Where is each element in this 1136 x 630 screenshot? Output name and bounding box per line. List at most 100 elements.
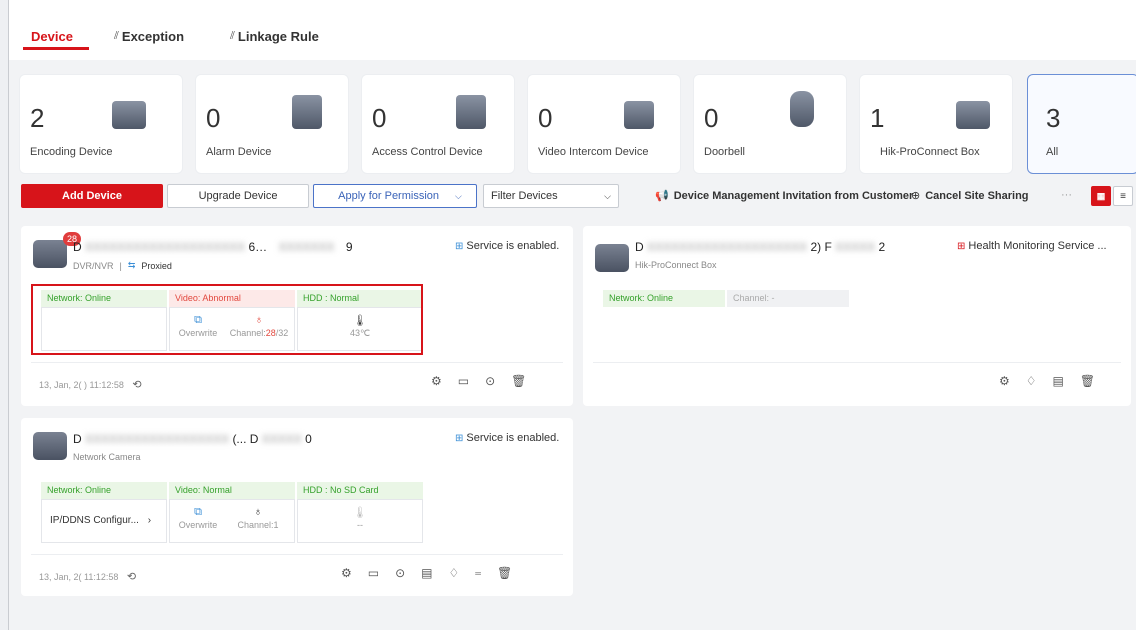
- ipddns-cell[interactable]: IP/DDNS Configur... ›: [41, 499, 167, 543]
- card-video-intercom[interactable]: 0 Video Intercom Device: [527, 74, 681, 174]
- card-all[interactable]: 3 All: [1027, 74, 1136, 174]
- card-count: 1: [870, 103, 885, 133]
- card-label: Doorbell: [704, 146, 745, 158]
- add-device-button[interactable]: Add Device: [21, 184, 163, 208]
- last-sync-time: 13, Jan, 2( 11:12:58 ⟲: [39, 571, 137, 583]
- divider: [31, 362, 563, 363]
- settings-icon[interactable]: ⚙: [431, 374, 442, 388]
- device-type: Network Camera: [73, 452, 141, 462]
- bell-icon[interactable]: ♢: [449, 566, 460, 580]
- report-icon[interactable]: ▤: [421, 566, 432, 580]
- alarm-device-icon: [292, 95, 322, 129]
- chevron-right-icon: ›: [147, 515, 152, 526]
- device-card-camera[interactable]: D XXXXXXXXXXXXXXXXXX (... D XXXXX 0 Netw…: [21, 418, 573, 596]
- card-access-control[interactable]: 0 Access Control Device: [361, 74, 515, 174]
- delete-icon[interactable]: 🗑: [497, 566, 512, 580]
- monitor-icon: ⊞: [455, 240, 464, 252]
- globe-share-icon: ⊕: [911, 190, 921, 202]
- cloud-box-icon: [595, 244, 629, 272]
- monitor-icon: ⊞: [455, 432, 464, 444]
- access-control-icon: [456, 95, 486, 129]
- card-label: All: [1046, 146, 1059, 158]
- card-count: 0: [372, 103, 387, 133]
- channel-item[interactable]: ♁ Channel:1: [228, 506, 288, 530]
- invitation-link[interactable]: 📢 Device Management Invitation from Cust…: [655, 189, 913, 203]
- divider: [593, 362, 1121, 363]
- thermometer-icon: 🌡: [353, 507, 367, 519]
- refresh-icon[interactable]: ⟲: [132, 379, 141, 391]
- filter-devices-select[interactable]: Filter Devices ⌵: [483, 184, 619, 208]
- proxy-status: Proxied: [141, 260, 172, 271]
- device-actions: ⚙ ▭ ⊙ ▤ ♢ ═ 🗑: [341, 566, 512, 580]
- report-icon[interactable]: ▤: [1053, 374, 1064, 388]
- device-card-proconnect-box[interactable]: D XXXXXXXXXXXXXXXXXXXX 2) F XXXXX 2 Hik-…: [583, 226, 1131, 406]
- device-name: D XXXXXXXXXXXXXXXXXXXX 2) F XXXXX 2: [635, 240, 886, 254]
- hdd-status: HDD : No SD Card: [297, 482, 423, 499]
- chart-icon: ⫽: [230, 30, 235, 42]
- refresh-icon[interactable]: ⟲: [127, 571, 136, 583]
- delete-icon[interactable]: 🗑: [1080, 374, 1095, 388]
- service-status[interactable]: ⊞ Service is enabled.: [455, 240, 559, 252]
- device-management-page: Device ⫽ Exception ⫽ Linkage Rule 2 Encodi…: [8, 0, 1136, 630]
- delete-icon[interactable]: 🗑: [511, 374, 526, 388]
- video-detail-cell: ⧉ Overwrite ♁ Channel:1: [169, 499, 295, 543]
- monitor-icon: ⊞: [957, 240, 966, 252]
- card-encoding-device[interactable]: 2 Encoding Device: [19, 74, 183, 174]
- apply-permission-button[interactable]: Apply for Permission ⌵: [313, 184, 477, 208]
- tab-exception[interactable]: ⫽ Exception: [114, 29, 184, 44]
- video-status: Video: Normal: [169, 482, 295, 499]
- playback-icon[interactable]: ⊙: [395, 566, 405, 580]
- tab-bar: Device ⫽ Exception ⫽ Linkage Rule: [9, 0, 1136, 60]
- overwrite-icon: ⧉: [194, 506, 202, 518]
- bell-icon[interactable]: ♢: [1026, 374, 1037, 388]
- card-alarm-device[interactable]: 0 Alarm Device: [195, 74, 349, 174]
- grid-view-icon[interactable]: ▦: [1091, 186, 1111, 206]
- cancel-site-sharing-link[interactable]: ⊕ Cancel Site Sharing: [911, 189, 1029, 203]
- intercom-icon: [624, 101, 654, 129]
- upgrade-device-button[interactable]: Upgrade Device: [167, 184, 309, 208]
- active-tab-indicator: [23, 47, 89, 50]
- list-view-icon[interactable]: ≡: [1113, 186, 1133, 206]
- device-type: DVR/NVR | ⇆ Proxied: [73, 260, 172, 271]
- playback-icon[interactable]: ⊙: [485, 374, 495, 388]
- tab-device[interactable]: Device: [31, 29, 73, 44]
- more-options-button[interactable]: ···: [1061, 189, 1072, 201]
- tab-linkage-rule[interactable]: ⫽ Linkage Rule: [230, 29, 319, 44]
- device-actions: ⚙ ▭ ⊙ 🗑: [431, 374, 526, 388]
- live-view-icon[interactable]: ▭: [368, 566, 379, 580]
- card-label: Video Intercom Device: [538, 146, 649, 158]
- card-hik-proconnect-box[interactable]: 1 Hik-ProConnect Box: [859, 74, 1013, 174]
- card-label: Encoding Device: [30, 146, 113, 158]
- ddns-icon[interactable]: ═: [475, 566, 481, 580]
- device-toolbar: Add Device Upgrade Device Apply for Perm…: [9, 184, 1136, 210]
- service-status[interactable]: ⊞ Service is enabled.: [455, 432, 559, 444]
- highlight-box: [31, 284, 423, 355]
- card-count: 0: [206, 103, 221, 133]
- divider: [31, 554, 563, 555]
- megaphone-icon: 📢: [655, 190, 669, 202]
- device-actions: ⚙ ♢ ▤ 🗑: [999, 374, 1095, 388]
- card-count: 0: [704, 103, 719, 133]
- network-status: Network: Online: [603, 290, 725, 307]
- proxy-icon: ⇆: [127, 260, 136, 270]
- health-monitoring-status[interactable]: ⊞ Health Monitoring Service ...: [957, 240, 1107, 252]
- card-label: Hik-ProConnect Box: [880, 146, 980, 158]
- settings-icon[interactable]: ⚙: [999, 374, 1010, 388]
- live-view-icon[interactable]: ▭: [458, 374, 469, 388]
- channel-status: Channel: -: [727, 290, 849, 307]
- cloud-box-icon: [956, 101, 990, 129]
- card-label: Alarm Device: [206, 146, 272, 158]
- camera-icon: ♁: [253, 506, 263, 518]
- card-count: 0: [538, 103, 553, 133]
- chevron-down-icon: ⌵: [604, 190, 611, 201]
- device-name: D XXXXXXXXXXXXXXXXXX (... D XXXXX 0: [73, 432, 312, 446]
- nvr-icon: [112, 101, 146, 129]
- settings-icon[interactable]: ⚙: [341, 566, 352, 580]
- device-type: Hik-ProConnect Box: [635, 260, 717, 270]
- card-doorbell[interactable]: 0 Doorbell: [693, 74, 847, 174]
- chevron-down-icon: ⌵: [455, 190, 462, 201]
- last-sync-time: 13, Jan, 2( ) 11:12:58 ⟲: [39, 379, 142, 391]
- overwrite-item[interactable]: ⧉ Overwrite: [178, 506, 218, 530]
- nvr-icon: [33, 240, 67, 268]
- hdd-detail-cell: 🌡 --: [297, 499, 423, 543]
